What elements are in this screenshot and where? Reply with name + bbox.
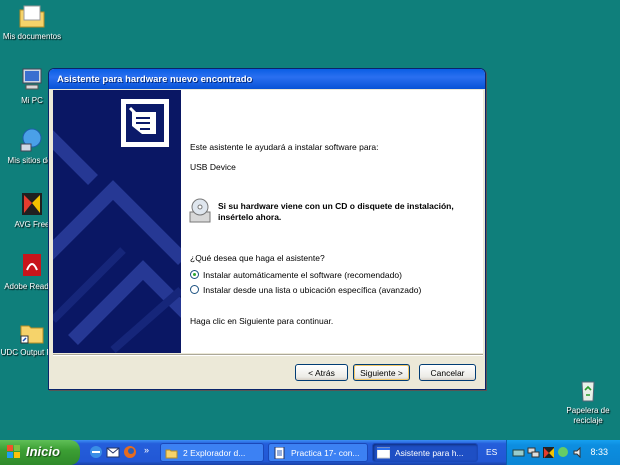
language-indicator[interactable]: ES (486, 447, 497, 457)
hardware-wizard-dialog: Asistente para hardware nuevo encontrado (48, 68, 486, 390)
next-button[interactable]: Siguiente > (353, 364, 410, 381)
desktop-icon-label: Papelera de reciclaje (566, 406, 610, 425)
task-label: 2 Explorador d... (183, 448, 246, 458)
adobe-reader-icon (23, 254, 41, 276)
cancel-button[interactable]: Cancelar (419, 364, 476, 381)
radio-selected-icon[interactable] (190, 270, 199, 279)
windows-logo-icon (7, 445, 20, 458)
cd-notice: Si su hardware viene con un CD o disquet… (188, 198, 478, 226)
taskbar: Inicio » 2 Explorador d... Practica 17- … (0, 440, 620, 465)
safely-remove-hardware-icon[interactable] (512, 446, 525, 459)
computer-icon (22, 68, 42, 90)
dialog-divider (53, 354, 483, 356)
internet-explorer-icon[interactable] (89, 445, 103, 459)
task-label: Practica 17- con... (291, 448, 360, 458)
avg-tray-icon[interactable] (542, 446, 555, 459)
folder-documents-icon (19, 5, 45, 28)
network-places-icon (20, 128, 42, 152)
device-name: USB Device (190, 162, 236, 172)
firefox-icon[interactable] (123, 445, 137, 459)
quick-launch-expand-icon[interactable]: » (144, 445, 149, 455)
task-asistente[interactable]: Asistente para h... (372, 443, 478, 462)
avg-antivirus-icon (22, 193, 42, 215)
start-button[interactable]: Inicio (0, 440, 80, 465)
option-label: Instalar desde una lista o ubicación esp… (203, 285, 422, 295)
desktop-icon-label: Mis documentos (2, 32, 62, 41)
folder-shortcut-icon (20, 325, 44, 344)
wizard-window-icon (377, 447, 390, 459)
messenger-icon[interactable] (557, 446, 570, 459)
clock[interactable]: 8:33 (590, 447, 608, 457)
radio-unselected-icon[interactable] (190, 285, 199, 294)
wizard-side-banner (53, 90, 181, 353)
hardware-wizard-icon (121, 99, 169, 147)
folder-icon (165, 449, 178, 459)
option-install-from-list[interactable]: Instalar desde una lista o ubicación esp… (190, 285, 421, 295)
dialog-title-bar[interactable]: Asistente para hardware nuevo encontrado (49, 69, 485, 89)
back-button[interactable]: < Atrás (295, 364, 348, 381)
task-label: Asistente para h... (395, 448, 464, 458)
network-icon[interactable] (527, 446, 540, 459)
desktop-icon-mis-documentos[interactable]: Mis documentos (0, 2, 64, 42)
outlook-express-icon[interactable] (106, 445, 120, 459)
option-install-automatic[interactable]: Instalar automáticamente el software (re… (190, 270, 402, 280)
wizard-question: ¿Qué desea que haga el asistente? (190, 253, 325, 263)
system-tray: 8:33 (506, 440, 620, 465)
cd-drive-icon (189, 198, 211, 223)
dialog-title: Asistente para hardware nuevo encontrado (57, 74, 253, 85)
wizard-content-panel: Este asistente le ayudará a instalar sof… (181, 90, 483, 353)
start-label: Inicio (26, 444, 60, 459)
word-document-icon (274, 447, 285, 459)
volume-icon[interactable] (572, 446, 585, 459)
continue-instruction: Haga clic en Siguiente para continuar. (190, 316, 334, 326)
task-explorador[interactable]: 2 Explorador d... (160, 443, 264, 462)
option-label: Instalar automáticamente el software (re… (203, 270, 402, 280)
task-practica-17[interactable]: Practica 17- con... (268, 443, 368, 462)
recycle-bin-icon (581, 381, 595, 402)
wizard-intro-text: Este asistente le ayudará a instalar sof… (190, 142, 379, 152)
cd-notice-text: Si su hardware viene con un CD o disquet… (218, 201, 454, 222)
desktop-icon-papelera-de-reciclaje[interactable]: Papelera de reciclaje (556, 376, 620, 426)
